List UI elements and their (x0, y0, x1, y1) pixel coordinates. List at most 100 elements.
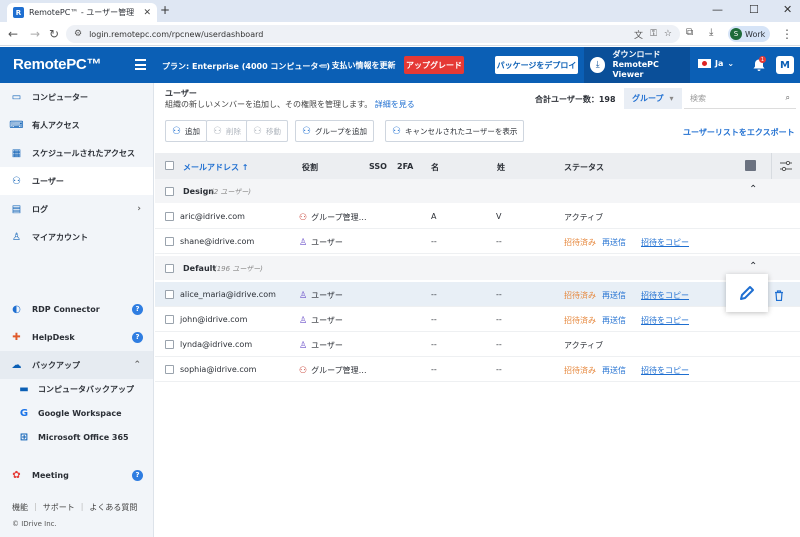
help-icon[interactable]: ? (132, 303, 143, 315)
table-row[interactable]: aric@idrive.com ⚇ グループ管理… A V アクティブ (155, 204, 800, 229)
new-tab-icon[interactable]: + (160, 3, 170, 17)
window-close-icon[interactable]: ✕ (783, 3, 792, 16)
add-group-label: グループを追加 (314, 126, 368, 136)
delete-user-button[interactable]: ⚇ 削除 (206, 120, 248, 142)
user-role: ♙ ユーザー (299, 340, 343, 351)
resend-invite-link[interactable]: 再送信 (602, 315, 626, 326)
column-2fa: 2FA (397, 162, 414, 171)
sidebar-item-label: Meeting (32, 470, 69, 480)
group-row-default[interactable]: Default (196 ユーザー) ⌃ (155, 256, 800, 280)
edit-user-button[interactable] (726, 274, 768, 312)
download-viewer-button[interactable]: ⤓ ダウンロード RemotePC Viewer (584, 47, 690, 83)
maximize-icon[interactable]: ☐ (749, 3, 759, 16)
show-canceled-users-button[interactable]: ⚇ キャンセルされたユーザーを表示 (385, 120, 525, 142)
group-name: Design (183, 187, 214, 196)
copy-invite-link[interactable]: 招待をコピー (641, 365, 689, 376)
sidebar-item-backup[interactable]: ☁ バックアップ ⌃ (0, 351, 153, 379)
column-settings-button[interactable] (771, 153, 800, 179)
notification-badge: 1 (759, 56, 766, 63)
copy-invite-link[interactable]: 招待をコピー (641, 315, 689, 326)
table-row[interactable]: alice_maria@idrive.com ♙ ユーザー -- -- 招待済み … (155, 282, 800, 307)
add-user-button[interactable]: ⚇ 追加 (165, 120, 207, 142)
footer-link-features[interactable]: 機能 (12, 502, 28, 513)
group-row-design[interactable]: Design (2 ユーザー) ⌃ (155, 179, 800, 203)
upgrade-button[interactable]: アップグレード (404, 56, 464, 74)
user-role-icon: ♙ (299, 340, 308, 351)
profile-button[interactable]: S Work (728, 26, 770, 42)
address-bar[interactable]: ⚙ login.remotepc.com/rpcnew/userdashboar… (66, 25, 680, 43)
row-checkbox[interactable] (165, 340, 174, 349)
translate-icon[interactable]: 文 (634, 28, 643, 41)
update-billing-link[interactable]: ▭ 支払い情報を更新 (320, 60, 396, 71)
user-last-name: V (496, 212, 502, 221)
column-email[interactable]: メールアドレス ↑ (183, 162, 249, 173)
sidebar-item-logs[interactable]: ▤ ログ › (0, 195, 153, 223)
download-icon[interactable]: ⤓ (709, 27, 713, 38)
table-row[interactable]: shane@idrive.com ♙ ユーザー -- -- 招待済み 再送信 招待… (155, 229, 800, 254)
user-avatar[interactable]: M (776, 56, 794, 74)
computer-backup-icon: ▬ (19, 383, 29, 395)
resend-invite-link[interactable]: 再送信 (602, 237, 626, 248)
group-checkbox[interactable] (165, 187, 174, 196)
minimize-icon[interactable]: — (712, 3, 723, 16)
copy-invite-link[interactable]: 招待をコピー (641, 290, 689, 301)
export-column-icon[interactable] (745, 160, 756, 171)
search-icon[interactable]: ⌕ (786, 93, 790, 103)
resend-invite-link[interactable]: 再送信 (602, 290, 626, 301)
remotepc-logo[interactable]: RemotePC™ (13, 56, 101, 73)
bookmark-star-icon[interactable]: ☆ (664, 29, 672, 39)
sidebar-item-scheduled-access[interactable]: ▦ スケジュールされたアクセス (0, 139, 153, 167)
sidebar-item-meeting[interactable]: ✿ Meeting ? (0, 461, 153, 489)
row-checkbox[interactable] (165, 290, 174, 299)
row-checkbox[interactable] (165, 212, 174, 221)
search-input[interactable]: 検索 ⌕ (684, 88, 796, 109)
sidebar-item-computers[interactable]: ▭ コンピューター (0, 83, 153, 111)
collapse-chevron-icon[interactable]: ⌃ (749, 261, 757, 272)
row-checkbox[interactable] (165, 315, 174, 324)
move-user-button[interactable]: ⚇ 移動 (246, 120, 288, 142)
row-checkbox[interactable] (165, 365, 174, 374)
sidebar-item-users[interactable]: ⚇ ユーザー (0, 167, 153, 195)
japan-flag-icon (698, 59, 711, 68)
select-all-checkbox[interactable] (165, 161, 174, 170)
site-info-icon[interactable]: ⚙ (74, 29, 82, 39)
user-last-name: -- (496, 315, 502, 324)
resend-invite-link[interactable]: 再送信 (602, 365, 626, 376)
details-link[interactable]: 詳細を見る (375, 100, 415, 109)
forward-icon[interactable]: → (30, 27, 40, 41)
browser-menu-icon[interactable]: ⋮ (781, 27, 793, 41)
extensions-icon[interactable]: ⧉ (686, 27, 693, 38)
add-group-button[interactable]: ⚇ グループを追加 (295, 120, 375, 142)
sidebar-item-attended-access[interactable]: ⌨ 有人アクセス (0, 111, 153, 139)
trash-icon[interactable] (774, 290, 784, 301)
row-checkbox[interactable] (165, 237, 174, 246)
table-row[interactable]: sophia@idrive.com ⚇ グループ管理… -- -- 招待済み 再送… (155, 357, 800, 382)
reload-icon[interactable]: ↻ (49, 27, 59, 41)
export-user-list-link[interactable]: ユーザーリストをエクスポート (683, 127, 795, 138)
help-icon[interactable]: ? (132, 469, 143, 481)
sidebar-subitem-computer-backup[interactable]: ▬ コンピュータバックアップ (0, 377, 153, 401)
sidebar-subitem-office365[interactable]: ⊞ Microsoft Office 365 (0, 425, 153, 449)
sidebar-item-my-account[interactable]: ♙ マイアカウント (0, 223, 153, 251)
language-selector[interactable]: Ja ⌄ (698, 59, 734, 68)
copy-invite-link[interactable]: 招待をコピー (641, 237, 689, 248)
help-icon[interactable]: ? (132, 331, 143, 343)
group-checkbox[interactable] (165, 264, 174, 273)
collapse-chevron-icon[interactable]: ⌃ (749, 184, 757, 195)
user-first-name: -- (431, 340, 437, 349)
sidebar-item-rdp-connector[interactable]: ◐ RDP Connector ? (0, 295, 153, 323)
browser-tab[interactable]: R RemotePC™ - ユーザー管理 ✕ (7, 3, 157, 22)
password-key-icon[interactable]: ⚿ (650, 29, 657, 39)
sidebar-item-helpdesk[interactable]: ✚ HelpDesk ? (0, 323, 153, 351)
deploy-package-button[interactable]: パッケージをデプロイ (495, 56, 578, 74)
table-row[interactable]: john@idrive.com ♙ ユーザー -- -- 招待済み 再送信 招待を… (155, 307, 800, 332)
hamburger-menu-icon[interactable] (135, 59, 146, 73)
footer-link-support[interactable]: サポート (43, 502, 75, 513)
footer-link-faq[interactable]: よくある質問 (89, 502, 137, 513)
table-row[interactable]: lynda@idrive.com ♙ ユーザー -- -- アクティブ (155, 332, 800, 357)
group-select[interactable]: グループ ▾ (624, 88, 682, 109)
close-tab-icon[interactable]: ✕ (143, 8, 151, 18)
remotepc-favicon-icon: R (13, 7, 24, 18)
sidebar-subitem-google-workspace[interactable]: G Google Workspace (0, 401, 153, 425)
back-icon[interactable]: ← (8, 27, 18, 41)
